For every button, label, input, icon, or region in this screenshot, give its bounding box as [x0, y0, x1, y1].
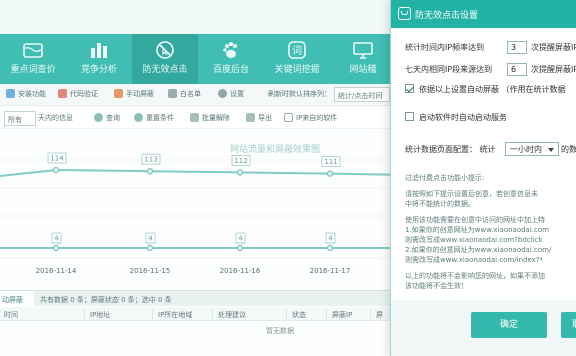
dialog-titlebar[interactable]: 防无效点击设置	[391, 0, 576, 28]
hint-text: 过滤付费点击功能小提示: 请按照如下提示设置后创意，若创意信息未 中将不能统计的…	[405, 173, 576, 297]
auto-block-label: 依据以上设置自动屏蔽 （作用在统计数据	[419, 85, 566, 94]
auto-block-checkbox[interactable]	[405, 84, 414, 93]
settings-dialog: 防无效点击设置 统计时间内IP频率达到 3 次提醒屏蔽IP 七天内相同IP段来源…	[390, 0, 576, 356]
rule2-suffix: 次提醒屏蔽IP	[531, 65, 576, 74]
hint-line: 中将不能统计的数据。	[405, 200, 475, 208]
chevron-down-icon	[548, 148, 554, 152]
ip-segment-input[interactable]: 6	[507, 63, 527, 76]
rule-ip-segment: 七天内相同IP段来源达到	[405, 64, 492, 75]
hint-line: 请按照如下提示设置后创意，若创意信息未	[405, 190, 538, 198]
rule-ip-frequency: 统计时间内IP频率达到	[405, 42, 484, 53]
rule1-suffix: 次提醒屏蔽IP	[531, 43, 576, 52]
hint-line: 过滤付费点击功能小提示:	[405, 174, 485, 182]
hint-line: 1.如果你的创意网址为www.xiaonaodai.com	[405, 226, 549, 234]
auto-start-option[interactable]: 启动软件时自动启动服务	[405, 112, 507, 123]
hint-line: 使用该功能需要在创意中访问的网址中加上特	[405, 216, 545, 224]
rule1-prefix: 统计时间内IP频率达到	[405, 43, 485, 52]
auto-block-option[interactable]: 依据以上设置自动屏蔽 （作用在统计数据	[405, 84, 566, 95]
hint-line: 则需改写成www.xiaonaodai.com?bdclick	[405, 236, 543, 244]
ok-button[interactable]: 确定	[471, 312, 547, 338]
hint-line: 2.如果你的创意网址为www.xiaonaodai.com/	[405, 246, 552, 254]
dialog-title: 防无效点击设置	[415, 11, 479, 21]
app-icon	[398, 7, 411, 20]
hint-line: 以上的功能将不会影响您的网址，如果不添加	[405, 272, 545, 280]
stat-period-select[interactable]: 一小时内	[505, 142, 559, 156]
auto-start-label: 启动软件时自动启动服务	[419, 113, 507, 122]
dialog-button-bar: 确定 取消	[391, 300, 576, 356]
rule2-prefix: 七天内相同IP段来源达到	[405, 65, 493, 74]
auto-start-checkbox[interactable]	[405, 112, 414, 121]
hint-line: 则需改写成www.xiaonaodai.com/index?*	[405, 256, 544, 264]
page-config-label: 统计数据页面配置： 统计	[405, 145, 496, 154]
stat-period-value: 一小时内	[510, 145, 542, 154]
cancel-button[interactable]: 取消	[561, 312, 576, 338]
ip-frequency-input[interactable]: 3	[507, 41, 527, 54]
page-config-suffix: 的数	[561, 145, 576, 154]
hint-line: 该功能将不会生效！	[405, 282, 468, 290]
